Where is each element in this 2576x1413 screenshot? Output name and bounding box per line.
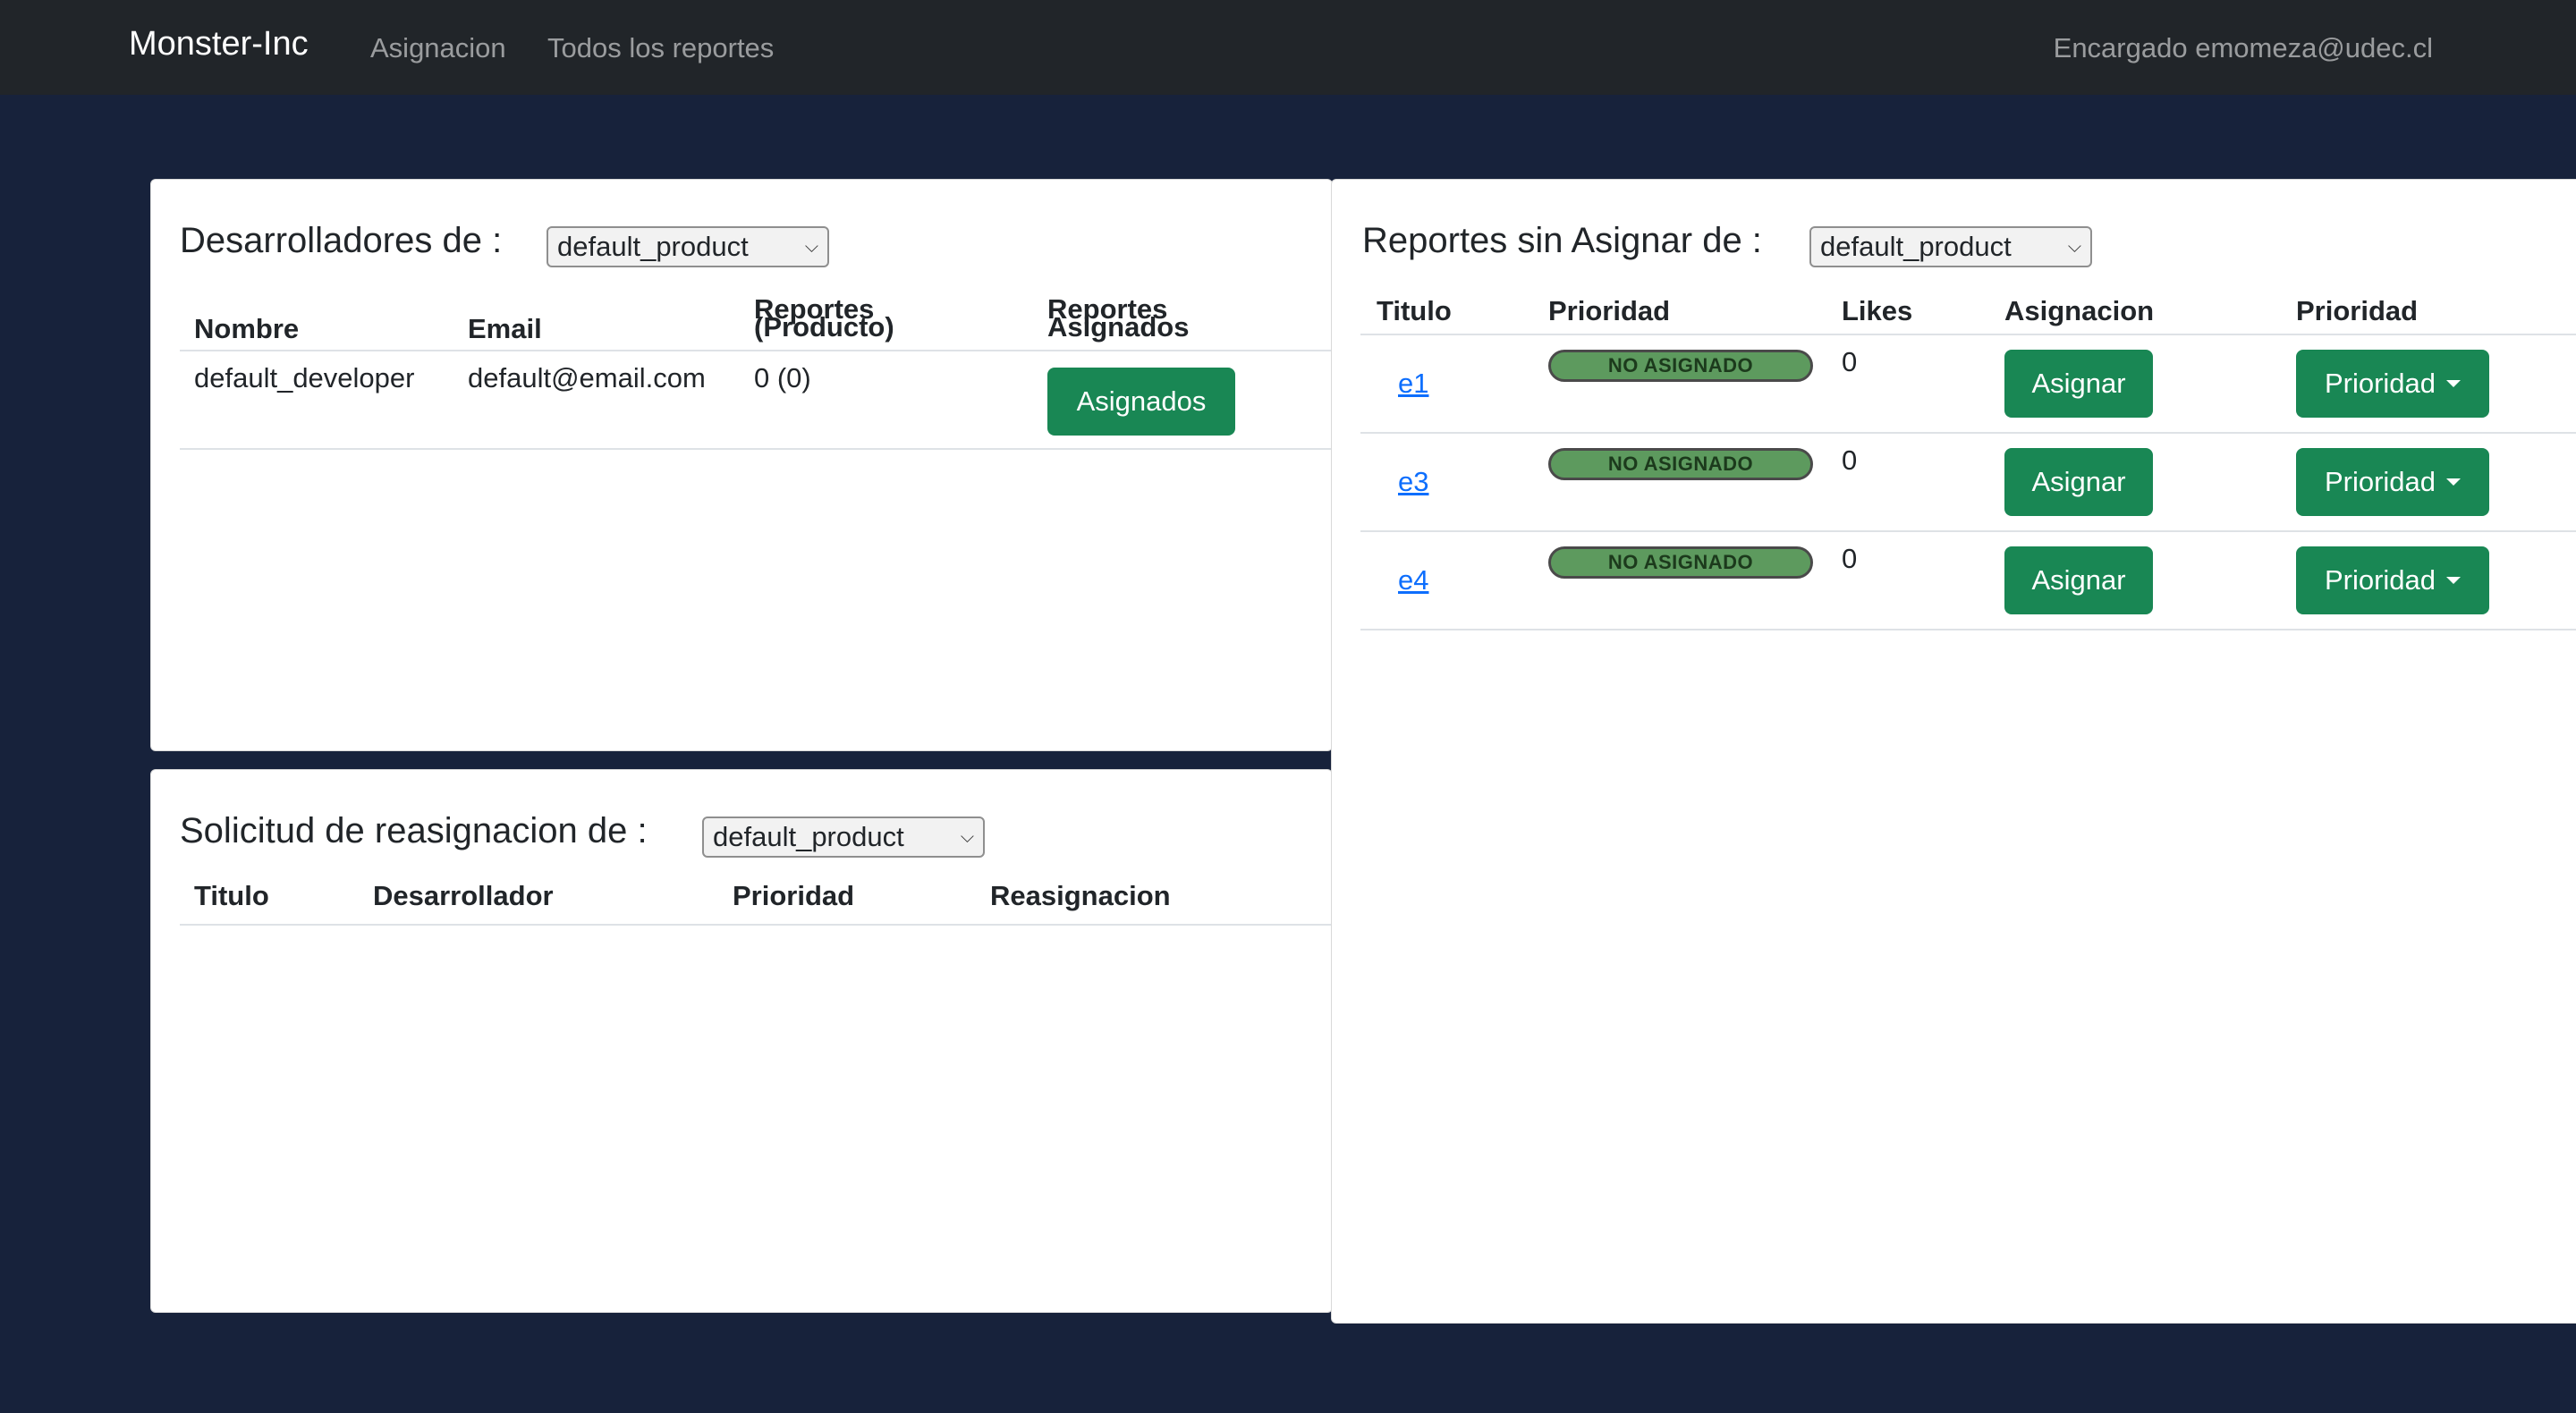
developer-email: default@email.com (468, 362, 706, 393)
unassigned-title: Reportes sin Asignar de : (1362, 221, 1762, 260)
asignar-button[interactable]: Asignar (2004, 448, 2153, 516)
prioridad-dropdown-label: Prioridad (2324, 564, 2436, 596)
developer-reports: 0 (0) (754, 362, 811, 393)
header-asignados: Asignados (1047, 311, 1190, 343)
reassignment-product-select[interactable]: default_product ⌵ (702, 816, 985, 858)
table-row-divider (1360, 530, 2576, 532)
header-desarrollador: Desarrollador (373, 880, 554, 911)
nav-link-asignacion[interactable]: Asignacion (370, 32, 506, 64)
status-badge: NO ASIGNADO (1548, 546, 1813, 579)
table-row-divider (180, 448, 1332, 450)
unassigned-product-select[interactable]: default_product ⌵ (1809, 226, 2092, 267)
developers-title: Desarrolladores de : (180, 221, 503, 260)
header-nombre: Nombre (194, 313, 300, 344)
status-badge: NO ASIGNADO (1548, 350, 1813, 382)
header-email: Email (468, 313, 542, 344)
header-prioridad: Prioridad (1548, 295, 1671, 326)
prioridad-dropdown[interactable]: Prioridad (2296, 448, 2489, 516)
status-badge: NO ASIGNADO (1548, 448, 1813, 480)
prioridad-dropdown[interactable]: Prioridad (2296, 350, 2489, 418)
header-prioridad: Prioridad (733, 880, 855, 911)
report-link-e3[interactable]: e3 (1398, 466, 1428, 498)
prioridad-dropdown-label: Prioridad (2324, 466, 2436, 497)
developers-product-select[interactable]: default_product ⌵ (547, 226, 829, 267)
table-row-divider (1360, 432, 2576, 434)
table-row-divider (1360, 629, 2576, 630)
reassignment-card: Solicitud de reasignacion de : default_p… (150, 769, 1333, 1313)
brand-logo[interactable]: Monster-Inc (129, 25, 309, 63)
caret-down-icon (2446, 380, 2462, 387)
nav-link-todos-los-reportes[interactable]: Todos los reportes (547, 32, 774, 64)
asignar-button[interactable]: Asignar (2004, 350, 2153, 418)
header-asignacion: Asignacion (2004, 295, 2155, 326)
likes-count: 0 (1842, 444, 1858, 476)
caret-down-icon (2446, 478, 2462, 486)
caret-down-icon (2446, 577, 2462, 584)
chevron-down-icon: ⌵ (804, 236, 818, 257)
header-titulo: Titulo (194, 880, 269, 911)
header-reasignacion: Reasignacion (990, 880, 1171, 911)
prioridad-dropdown[interactable]: Prioridad (2296, 546, 2489, 614)
table-header-divider (1360, 334, 2576, 335)
header-likes: Likes (1842, 295, 1913, 326)
developers-card: Desarrolladores de : default_product ⌵ N… (150, 179, 1333, 751)
table-header-divider (180, 350, 1332, 351)
reassignment-product-value: default_product (713, 821, 904, 852)
developer-name: default_developer (194, 362, 415, 393)
developers-product-value: default_product (557, 231, 749, 262)
likes-count: 0 (1842, 346, 1858, 377)
report-link-e1[interactable]: e1 (1398, 368, 1428, 400)
likes-count: 0 (1842, 543, 1858, 574)
reassignment-title: Solicitud de reasignacion de : (180, 811, 648, 850)
asignados-button[interactable]: Asignados (1047, 368, 1235, 436)
chevron-down-icon: ⌵ (960, 826, 974, 847)
prioridad-dropdown-label: Prioridad (2324, 368, 2436, 399)
unassigned-product-value: default_product (1820, 231, 2012, 262)
top-navbar: Monster-Inc Asignacion Todos los reporte… (0, 0, 2576, 95)
header-producto: (Producto) (754, 311, 894, 343)
header-prioridad-2: Prioridad (2296, 295, 2419, 326)
user-info: Encargado emomeza@udec.cl (2053, 32, 2433, 63)
chevron-down-icon: ⌵ (2067, 236, 2081, 257)
report-link-e4[interactable]: e4 (1398, 564, 1428, 597)
header-titulo: Titulo (1377, 295, 1452, 326)
unassigned-reports-card: Reportes sin Asignar de : default_produc… (1331, 179, 2576, 1324)
asignar-button[interactable]: Asignar (2004, 546, 2153, 614)
table-header-divider (180, 924, 1332, 926)
